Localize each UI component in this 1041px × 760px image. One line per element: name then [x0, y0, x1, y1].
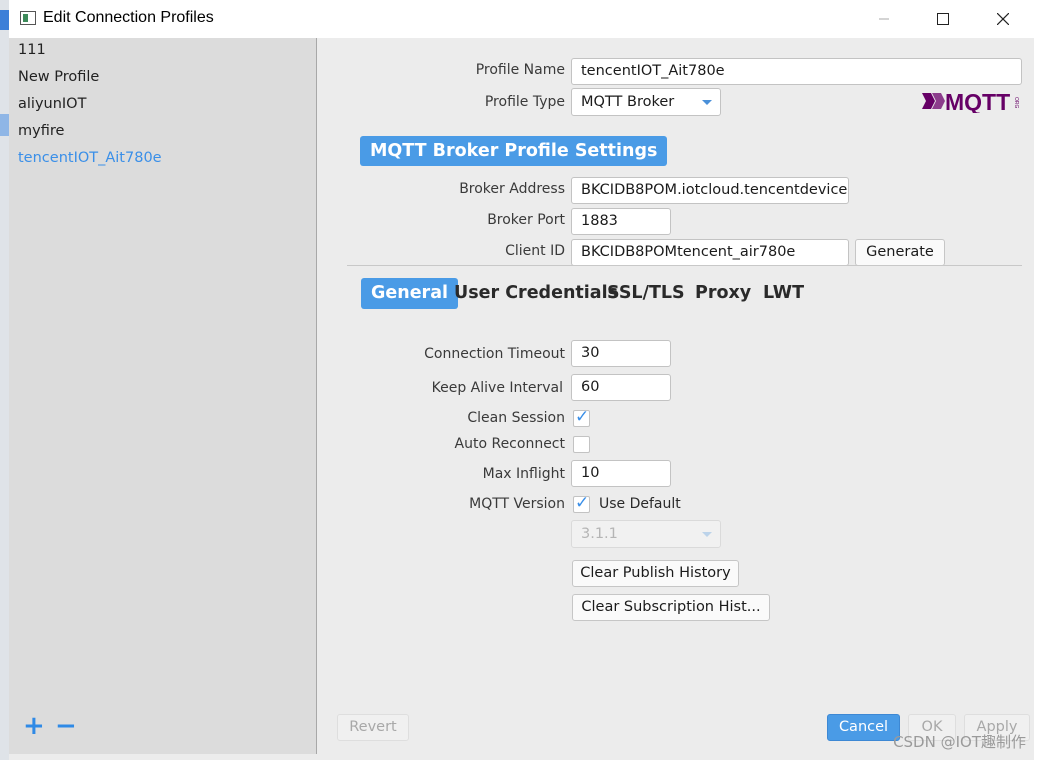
mqtt-version-value: 3.1.1	[581, 526, 618, 542]
profile-list-sidebar: 111 New Profile aliyunIOT myfire tencent…	[9, 38, 317, 754]
tab-lwt[interactable]: LWT	[753, 278, 814, 309]
connection-timeout-label: Connection Timeout	[424, 346, 565, 362]
broker-port-label: Broker Port	[487, 212, 565, 228]
maximize-icon	[937, 13, 949, 25]
auto-reconnect-label: Auto Reconnect	[454, 436, 565, 452]
close-icon	[997, 13, 1009, 25]
mqtt-logo-small-text: ORG	[1013, 97, 1019, 109]
profile-item-tencentiot-ait780e[interactable]: tencentIOT_Ait780e	[18, 150, 162, 166]
keep-alive-label: Keep Alive Interval	[431, 380, 563, 396]
mqtt-version-label: MQTT Version	[469, 496, 565, 512]
cancel-button[interactable]: Cancel	[827, 714, 900, 741]
max-inflight-label: Max Inflight	[482, 466, 565, 482]
profile-item-111[interactable]: 111	[18, 42, 46, 58]
checkmark-icon: ✓	[575, 493, 590, 513]
auto-reconnect-checkbox[interactable]	[573, 436, 590, 453]
background-fragment	[0, 114, 9, 136]
broker-address-field[interactable]: BKCIDB8POM.iotcloud.tencentdevices	[571, 177, 849, 204]
clear-subscription-history-button[interactable]: Clear Subscription Hist...	[572, 594, 770, 621]
connection-timeout-field[interactable]: 30	[571, 340, 671, 367]
close-button[interactable]	[980, 0, 1026, 38]
minimize-icon	[879, 18, 889, 20]
mqtt-version-select: 3.1.1	[571, 520, 721, 548]
revert-button[interactable]: Revert	[337, 714, 409, 741]
client-id-field[interactable]: BKCIDB8POMtencent_air780e	[571, 239, 849, 266]
profile-name-field[interactable]: tencentIOT_Ait780e	[571, 58, 1022, 85]
tab-proxy[interactable]: Proxy	[685, 278, 761, 309]
generate-button[interactable]: Generate	[855, 239, 945, 266]
profile-item-aliyuniot[interactable]: aliyunIOT	[18, 96, 86, 112]
add-profile-icon[interactable]: +	[23, 713, 45, 739]
keep-alive-field[interactable]: 60	[571, 374, 671, 401]
edit-connection-profiles-window: Edit Connection Profiles 111 New Profile…	[9, 0, 1034, 760]
broker-section-header: MQTT Broker Profile Settings	[360, 136, 668, 166]
profile-type-value: MQTT Broker	[581, 94, 675, 110]
watermark: CSDN @IOT趣制作	[893, 733, 1026, 751]
title-bar: Edit Connection Profiles	[9, 0, 1034, 38]
chevron-down-icon	[702, 532, 712, 537]
profile-settings-panel: Profile Name tencentIOT_Ait780e Profile …	[317, 38, 1034, 754]
background-fragment	[0, 10, 9, 30]
tab-ssl-tls[interactable]: SSL/TLS	[597, 278, 695, 309]
profile-item-new-profile[interactable]: New Profile	[18, 69, 99, 85]
use-default-checkbox[interactable]: ✓	[573, 493, 590, 513]
minimize-button[interactable]	[861, 0, 907, 38]
client-id-label: Client ID	[505, 243, 565, 259]
clean-session-label: Clean Session	[467, 410, 565, 426]
use-default-label: Use Default	[599, 496, 681, 512]
profile-name-label: Profile Name	[475, 62, 565, 78]
clear-publish-history-button[interactable]: Clear Publish History	[572, 560, 739, 587]
profile-item-myfire[interactable]: myfire	[18, 123, 64, 139]
mqtt-logo-text: MQTT	[945, 89, 1010, 113]
broker-port-field[interactable]: 1883	[571, 208, 671, 235]
profile-type-label: Profile Type	[484, 94, 565, 110]
clean-session-checkbox[interactable]: ✓	[573, 407, 590, 427]
remove-profile-icon[interactable]: −	[55, 713, 77, 739]
chevron-down-icon	[702, 100, 712, 105]
broker-address-label: Broker Address	[459, 181, 565, 197]
max-inflight-field[interactable]: 10	[571, 460, 671, 487]
maximize-button[interactable]	[920, 0, 966, 38]
window-title: Edit Connection Profiles	[43, 9, 214, 26]
background-window-strip	[0, 0, 9, 760]
app-window-icon	[20, 11, 36, 25]
profile-type-select[interactable]: MQTT Broker	[571, 88, 721, 116]
checkmark-icon: ✓	[575, 407, 590, 427]
mqtt-logo: MQTT ORG	[922, 89, 1019, 113]
section-divider	[347, 265, 1022, 266]
